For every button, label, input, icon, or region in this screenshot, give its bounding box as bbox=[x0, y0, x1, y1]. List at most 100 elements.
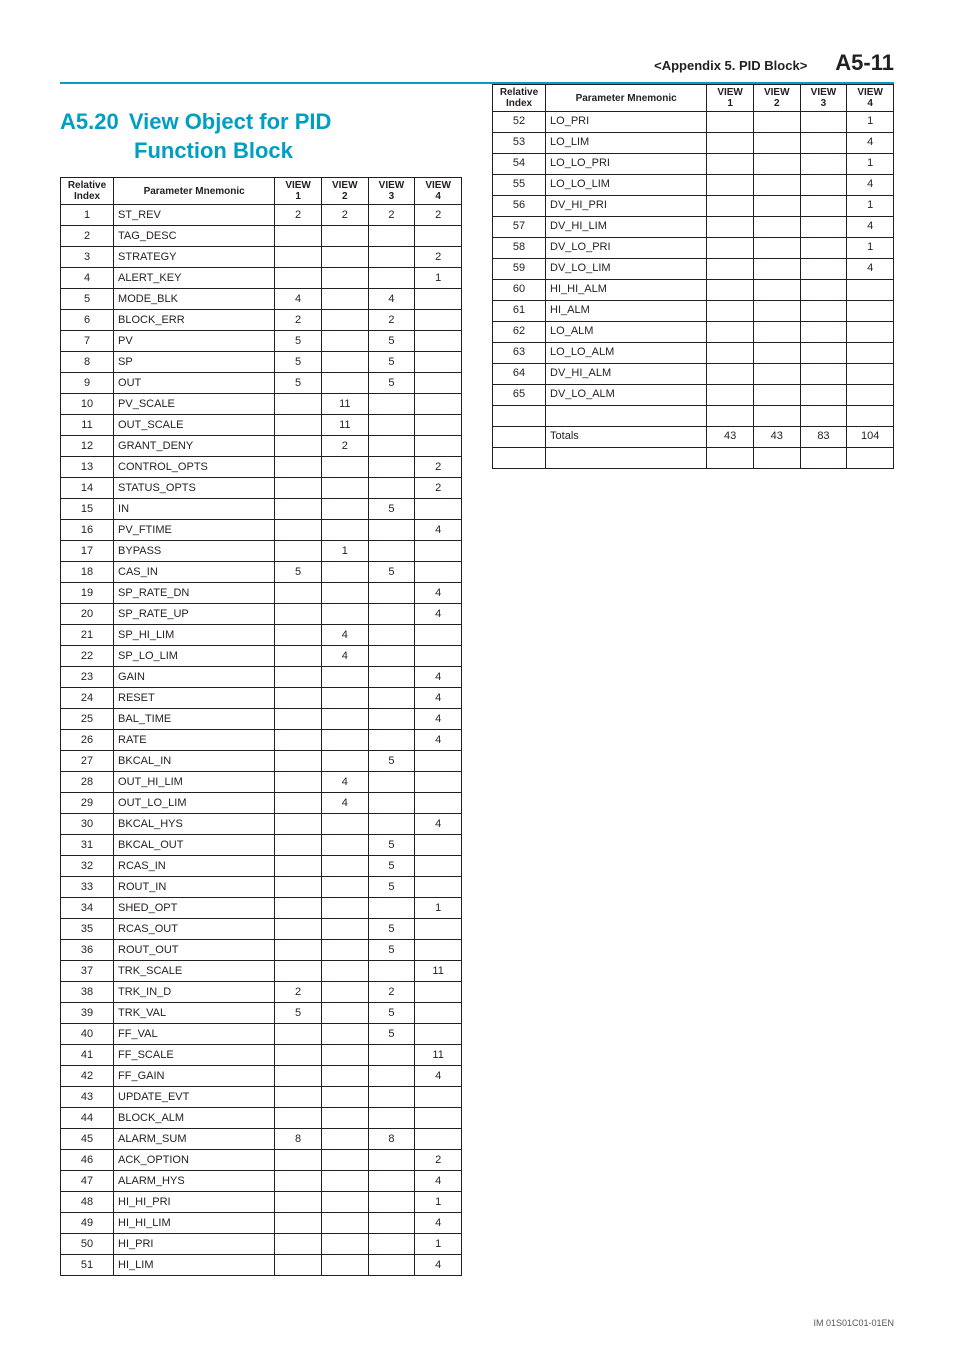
cell-v1 bbox=[275, 436, 322, 457]
cell-mnem: GRANT_DENY bbox=[114, 436, 275, 457]
cell-idx: 22 bbox=[61, 646, 114, 667]
cell-v1: 4 bbox=[275, 289, 322, 310]
cell-mnem: FF_SCALE bbox=[114, 1045, 275, 1066]
cell-v4 bbox=[415, 940, 462, 961]
table-row: 33ROUT_IN5 bbox=[61, 877, 462, 898]
cell-v1 bbox=[275, 751, 322, 772]
cell-v2 bbox=[753, 196, 800, 217]
cell-v1: 5 bbox=[275, 331, 322, 352]
cell-v1 bbox=[707, 175, 754, 196]
cell-v2 bbox=[321, 1024, 368, 1045]
table-row: 10PV_SCALE11 bbox=[61, 394, 462, 415]
cell-v4: 11 bbox=[415, 1045, 462, 1066]
cell-mnem: LO_LO_LIM bbox=[546, 175, 707, 196]
table-row: 44BLOCK_ALM bbox=[61, 1108, 462, 1129]
table-row: 18CAS_IN55 bbox=[61, 562, 462, 583]
cell-idx: 60 bbox=[493, 280, 546, 301]
cell-mnem: TAG_DESC bbox=[114, 226, 275, 247]
table-row: 8SP55 bbox=[61, 352, 462, 373]
cell-mnem: SP_RATE_UP bbox=[114, 604, 275, 625]
cell-mnem: Totals bbox=[546, 427, 707, 448]
cell-idx: 17 bbox=[61, 541, 114, 562]
cell-v3 bbox=[800, 364, 847, 385]
cell-v2 bbox=[321, 352, 368, 373]
cell-v1 bbox=[707, 259, 754, 280]
cell-v1 bbox=[275, 625, 322, 646]
cell-v2 bbox=[321, 940, 368, 961]
cell-v2 bbox=[321, 562, 368, 583]
cell-v4 bbox=[415, 289, 462, 310]
cell-v4 bbox=[415, 751, 462, 772]
cell-v2 bbox=[753, 217, 800, 238]
cell-v3 bbox=[368, 646, 415, 667]
cell-v3 bbox=[368, 772, 415, 793]
cell-v1 bbox=[275, 415, 322, 436]
cell-v2 bbox=[753, 364, 800, 385]
cell-v2 bbox=[321, 898, 368, 919]
cell-v3: 5 bbox=[368, 856, 415, 877]
cell-v4 bbox=[415, 1087, 462, 1108]
section-number: A5.20 bbox=[60, 109, 123, 134]
cell-mnem: TRK_SCALE bbox=[114, 961, 275, 982]
cell-v3 bbox=[800, 448, 847, 469]
cell-v1 bbox=[275, 394, 322, 415]
cell-mnem: RCAS_IN bbox=[114, 856, 275, 877]
cell-v3 bbox=[368, 1150, 415, 1171]
table-row: 60HI_HI_ALM bbox=[493, 280, 894, 301]
cell-mnem: HI_LIM bbox=[114, 1255, 275, 1276]
cell-v2: 4 bbox=[321, 772, 368, 793]
cell-v1 bbox=[275, 499, 322, 520]
cell-mnem bbox=[546, 448, 707, 469]
cell-v1 bbox=[275, 772, 322, 793]
cell-idx: 44 bbox=[61, 1108, 114, 1129]
cell-v2 bbox=[321, 835, 368, 856]
cell-v4: 1 bbox=[847, 196, 894, 217]
cell-v3 bbox=[368, 898, 415, 919]
cell-idx: 31 bbox=[61, 835, 114, 856]
cell-v1 bbox=[707, 448, 754, 469]
cell-v3 bbox=[800, 154, 847, 175]
pid-view-table-left: RelativeIndex Parameter Mnemonic VIEW1 V… bbox=[60, 177, 462, 1276]
table-row: 36ROUT_OUT5 bbox=[61, 940, 462, 961]
cell-mnem: LO_LIM bbox=[546, 133, 707, 154]
cell-idx: 8 bbox=[61, 352, 114, 373]
cell-v3 bbox=[368, 961, 415, 982]
cell-mnem: SP_HI_LIM bbox=[114, 625, 275, 646]
cell-v3 bbox=[368, 226, 415, 247]
cell-v2: 4 bbox=[321, 793, 368, 814]
th-view-3: VIEW3 bbox=[368, 178, 415, 205]
table-row: 38TRK_IN_D22 bbox=[61, 982, 462, 1003]
document-id: IM 01S01C01-01EN bbox=[813, 1318, 894, 1328]
table-row: 20SP_RATE_UP4 bbox=[61, 604, 462, 625]
cell-v4: 1 bbox=[847, 154, 894, 175]
cell-v4: 2 bbox=[415, 205, 462, 226]
cell-v1 bbox=[275, 730, 322, 751]
cell-v3 bbox=[368, 625, 415, 646]
cell-v4: 2 bbox=[415, 457, 462, 478]
cell-v3: 5 bbox=[368, 751, 415, 772]
cell-idx: 27 bbox=[61, 751, 114, 772]
cell-v1 bbox=[275, 919, 322, 940]
page-number: A5-11 bbox=[835, 50, 894, 76]
cell-v4 bbox=[847, 448, 894, 469]
cell-v2 bbox=[753, 259, 800, 280]
cell-v3 bbox=[368, 457, 415, 478]
cell-v2 bbox=[753, 322, 800, 343]
table-row: 11OUT_SCALE11 bbox=[61, 415, 462, 436]
cell-v3 bbox=[368, 604, 415, 625]
table-row: 13CONTROL_OPTS2 bbox=[61, 457, 462, 478]
cell-idx: 28 bbox=[61, 772, 114, 793]
cell-mnem: RESET bbox=[114, 688, 275, 709]
cell-mnem: OUT_LO_LIM bbox=[114, 793, 275, 814]
cell-v4: 4 bbox=[415, 604, 462, 625]
table-row: 40FF_VAL5 bbox=[61, 1024, 462, 1045]
cell-v1 bbox=[275, 1087, 322, 1108]
cell-idx: 32 bbox=[61, 856, 114, 877]
table-row: 32RCAS_IN 5 bbox=[61, 856, 462, 877]
cell-mnem: DV_HI_PRI bbox=[546, 196, 707, 217]
cell-v3 bbox=[368, 793, 415, 814]
cell-v3: 83 bbox=[800, 427, 847, 448]
cell-mnem: BAL_TIME bbox=[114, 709, 275, 730]
th-mnemonic: Parameter Mnemonic bbox=[114, 178, 275, 205]
table-row: 52LO_PRI1 bbox=[493, 112, 894, 133]
